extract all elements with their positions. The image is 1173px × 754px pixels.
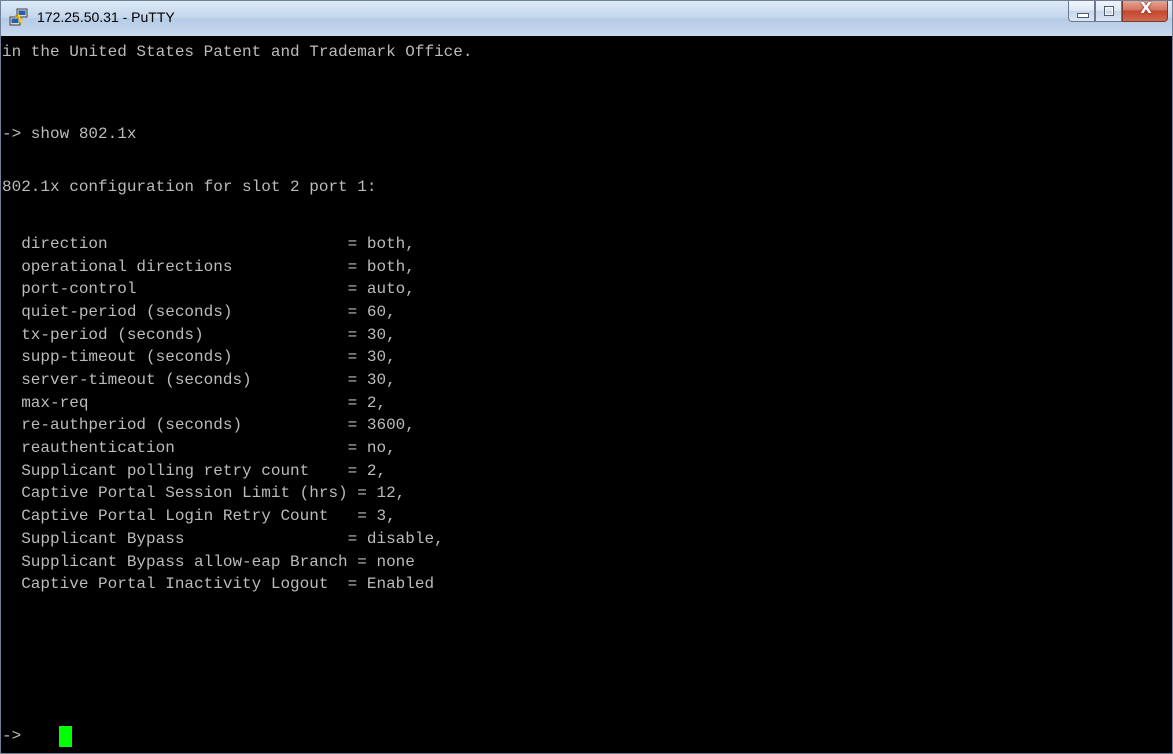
terminal-line: direction = both, bbox=[2, 235, 415, 253]
terminal-line: max-req = 2, bbox=[2, 394, 387, 412]
maximize-icon bbox=[1104, 6, 1114, 16]
terminal-line: in the United States Patent and Trademar… bbox=[2, 43, 473, 61]
terminal-line: supp-timeout (seconds) = 30, bbox=[2, 348, 396, 366]
terminal-line: Supplicant polling retry count = 2, bbox=[2, 462, 387, 480]
terminal-line: Captive Portal Login Retry Count = 3, bbox=[2, 507, 396, 525]
terminal-line: -> show 802.1x bbox=[2, 125, 137, 143]
minimize-icon bbox=[1077, 13, 1089, 18]
putty-window: 172.25.50.31 - PuTTY X in the United Sta… bbox=[0, 0, 1173, 754]
terminal-line: Captive Portal Inactivity Logout = Enabl… bbox=[2, 575, 435, 593]
minimize-button[interactable] bbox=[1068, 1, 1095, 22]
maximize-button[interactable] bbox=[1095, 1, 1122, 22]
terminal-line: tx-period (seconds) = 30, bbox=[2, 326, 396, 344]
terminal-line: Supplicant Bypass allow-eap Branch = non… bbox=[2, 553, 415, 571]
terminal-cursor bbox=[59, 726, 72, 747]
terminal-line: Supplicant Bypass = disable, bbox=[2, 530, 444, 548]
terminal-line: Captive Portal Session Limit (hrs) = 12, bbox=[2, 484, 406, 502]
caption-buttons: X bbox=[1068, 1, 1168, 23]
title-bar[interactable]: 172.25.50.31 - PuTTY X bbox=[1, 1, 1172, 35]
putty-icon[interactable] bbox=[9, 8, 29, 28]
window-title: 172.25.50.31 - PuTTY bbox=[37, 9, 175, 25]
close-icon: X bbox=[1140, 0, 1152, 17]
terminal-prompt: -> bbox=[2, 727, 31, 745]
terminal-line: quiet-period (seconds) = 60, bbox=[2, 303, 396, 321]
close-button[interactable]: X bbox=[1122, 1, 1168, 22]
terminal-line: server-timeout (seconds) = 30, bbox=[2, 371, 396, 389]
terminal-line: reauthentication = no, bbox=[2, 439, 396, 457]
terminal-screen[interactable]: in the United States Patent and Trademar… bbox=[1, 36, 1172, 753]
terminal-line: 802.1x configuration for slot 2 port 1: bbox=[2, 178, 377, 196]
terminal-line: re-authperiod (seconds) = 3600, bbox=[2, 416, 415, 434]
terminal-line: port-control = auto, bbox=[2, 280, 415, 298]
terminal-line: operational directions = both, bbox=[2, 258, 415, 276]
